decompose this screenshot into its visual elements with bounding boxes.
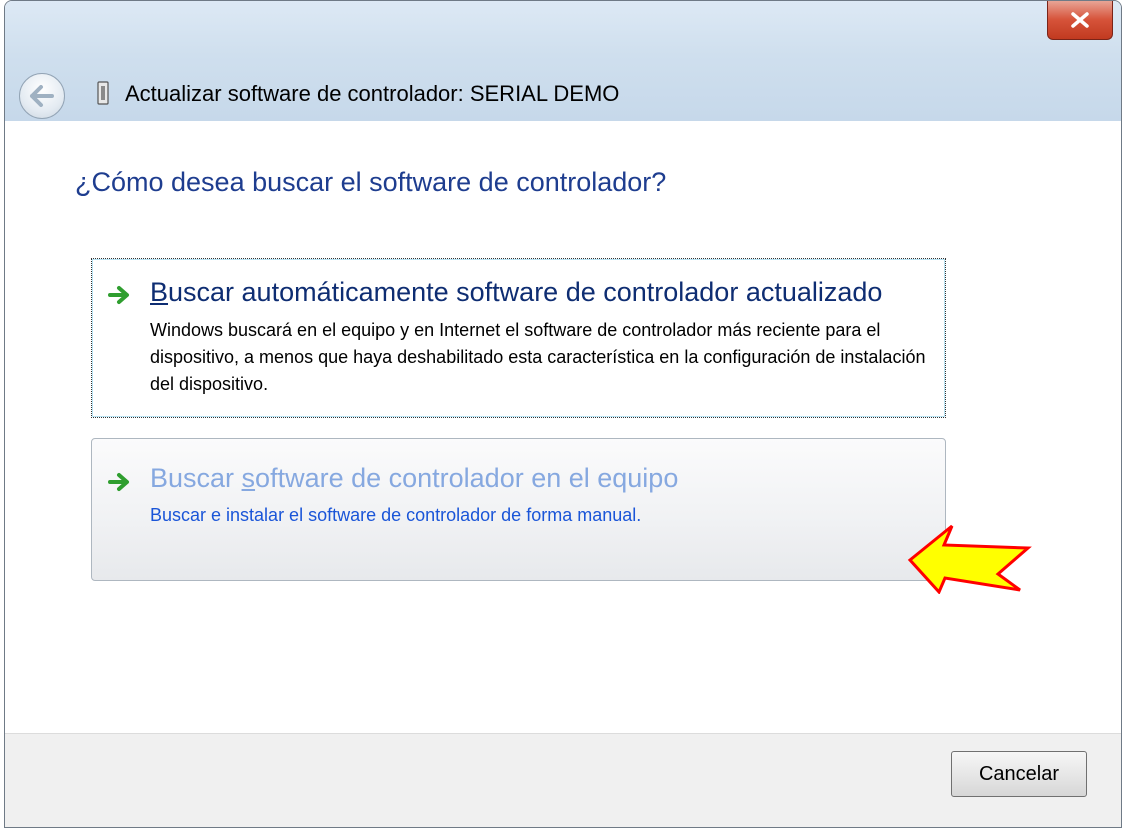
- option-title-text: oftware de controlador en el equipo: [255, 463, 679, 493]
- device-connector-icon: [97, 81, 109, 105]
- yellow-pointer-arrow-icon: [907, 524, 1032, 594]
- option-description: Windows buscará en el equipo y en Intern…: [150, 320, 926, 394]
- close-button[interactable]: [1047, 1, 1113, 40]
- option-title-prefix: Buscar: [150, 463, 242, 493]
- option-description: Buscar e instalar el software de control…: [150, 505, 642, 525]
- back-arrow-icon: [30, 85, 54, 107]
- accelerator-key: s: [241, 463, 256, 493]
- option-search-automatically[interactable]: Buscar automáticamente software de contr…: [91, 258, 946, 418]
- option-title: Buscar software de controlador en el equ…: [150, 463, 678, 494]
- window-title: Actualizar software de controlador: SERI…: [125, 81, 620, 106]
- close-icon: [1071, 11, 1089, 28]
- green-arrow-icon: [108, 286, 129, 304]
- page-heading: ¿Cómo desea buscar el software de contro…: [75, 167, 667, 197]
- option-browse-computer[interactable]: Buscar software de controlador en el equ…: [91, 438, 946, 581]
- back-button[interactable]: [19, 73, 65, 119]
- cancel-button[interactable]: Cancelar: [951, 751, 1087, 797]
- title-bar: Actualizar software de controlador: SERI…: [5, 1, 1121, 122]
- green-arrow-icon: [108, 473, 129, 491]
- driver-update-dialog: Actualizar software de controlador: SERI…: [4, 0, 1122, 828]
- content-area: ¿Cómo desea buscar el software de contro…: [5, 121, 1121, 736]
- option-title: Buscar automáticamente software de contr…: [150, 277, 882, 308]
- accelerator-key: B: [150, 277, 169, 307]
- option-title-text: uscar automáticamente software de contro…: [168, 277, 883, 307]
- footer-bar: Cancelar: [5, 733, 1121, 827]
